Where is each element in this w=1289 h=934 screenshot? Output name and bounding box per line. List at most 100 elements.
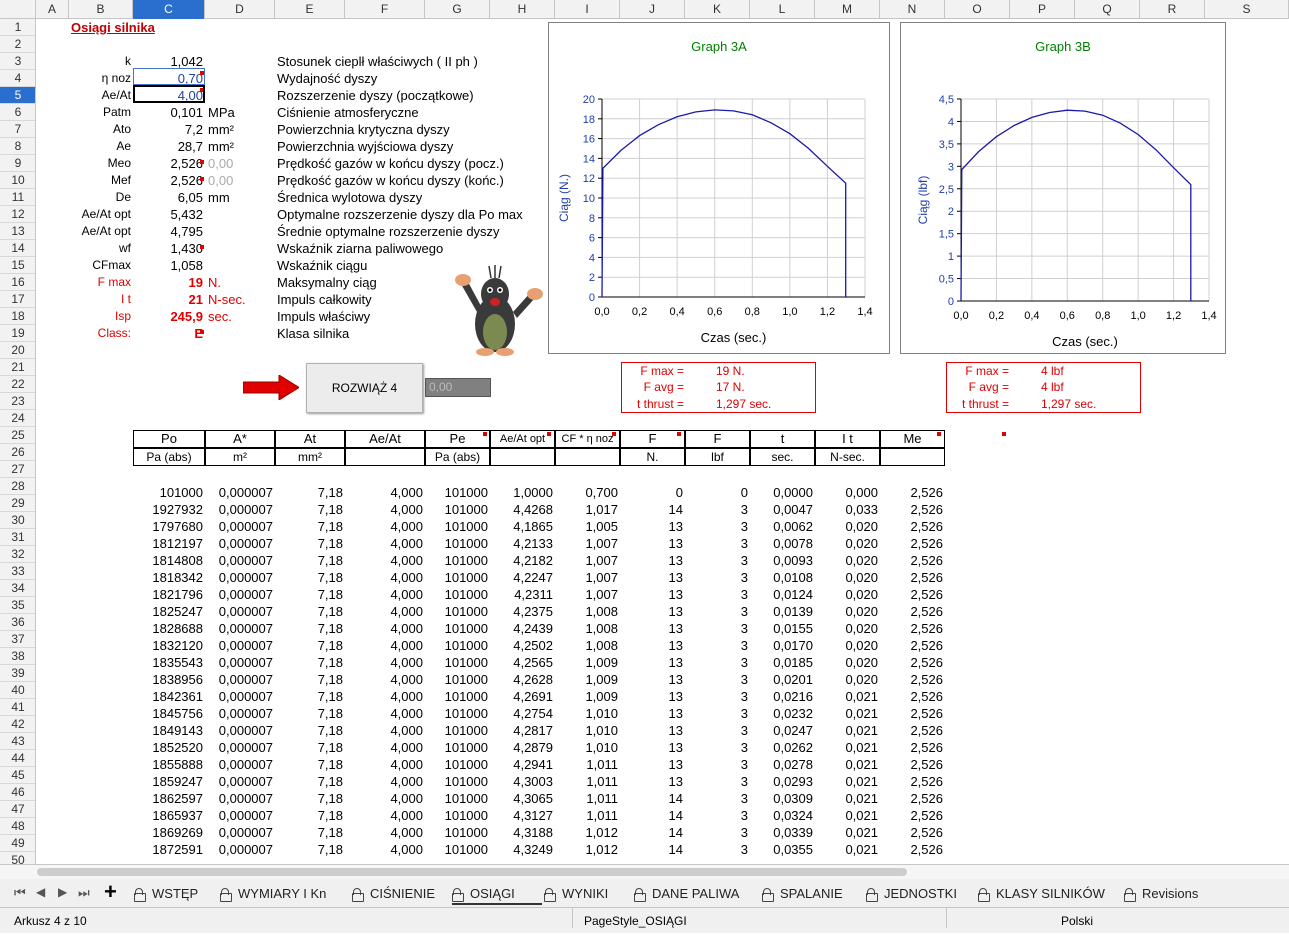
table-cell[interactable]: 0,021 [815,790,878,807]
row-header[interactable]: 25 [0,427,35,444]
table-cell[interactable]: 7,18 [275,620,343,637]
table-cell[interactable]: 1818342 [133,569,203,586]
table-cell[interactable]: 0,000007 [205,756,273,773]
table-cell[interactable]: 0,0216 [750,688,813,705]
table-cell[interactable]: 1,009 [555,671,618,688]
table-cell[interactable]: 1,007 [555,552,618,569]
table-cell[interactable]: 13 [620,603,683,620]
row-header[interactable]: 41 [0,699,35,716]
table-cell[interactable]: 101000 [425,756,488,773]
sheet-tab[interactable]: JEDNOSTKI [866,883,957,905]
row-header[interactable]: 27 [0,461,35,478]
table-cell[interactable]: 13 [620,552,683,569]
table-cell[interactable]: 1835543 [133,654,203,671]
row-header[interactable]: 13 [0,223,35,240]
table-cell[interactable]: 1814808 [133,552,203,569]
table-cell[interactable]: 1,009 [555,654,618,671]
solve-button[interactable]: ROZWIĄŻ 4 [306,363,423,413]
table-cell[interactable]: 101000 [133,484,203,501]
table-cell[interactable]: 1797680 [133,518,203,535]
table-cell[interactable]: 3 [685,637,748,654]
table-cell[interactable]: 1838956 [133,671,203,688]
table-cell[interactable]: 0,000007 [205,824,273,841]
table-cell[interactable]: 0,000007 [205,637,273,654]
table-cell[interactable]: 13 [620,756,683,773]
table-cell[interactable]: 0,000007 [205,552,273,569]
table-cell[interactable]: 2,526 [880,671,943,688]
table-cell[interactable]: 1,007 [555,535,618,552]
table-cell[interactable]: 101000 [425,535,488,552]
table-cell[interactable]: 0,0000 [750,484,813,501]
table-cell[interactable]: 7,18 [275,535,343,552]
table-cell[interactable]: 2,526 [880,841,943,858]
table-cell[interactable]: 3 [685,552,748,569]
table-header[interactable]: F [685,430,750,448]
param-value[interactable]: 6,05 [133,189,203,206]
table-cell[interactable]: 13 [620,688,683,705]
table-cell[interactable]: 4,000 [345,637,423,654]
param-value[interactable]: 21 [133,291,203,308]
row-header[interactable]: 6 [0,104,35,121]
table-cell[interactable]: 2,526 [880,603,943,620]
row-header[interactable]: 20 [0,342,35,359]
column-header[interactable]: R [1140,0,1205,19]
table-cell[interactable]: 0,000007 [205,671,273,688]
row-header[interactable]: 29 [0,495,35,512]
column-header[interactable]: B [69,0,133,19]
table-cell[interactable]: 13 [620,569,683,586]
table-cell[interactable]: 1,011 [555,756,618,773]
table-cell[interactable]: 1,012 [555,841,618,858]
row-header[interactable]: 9 [0,155,35,172]
table-cell[interactable]: 1,010 [555,722,618,739]
table-cell[interactable]: 0,020 [815,637,878,654]
table-cell[interactable]: 4,000 [345,552,423,569]
table-cell[interactable]: 4,000 [345,586,423,603]
table-cell[interactable]: 4,000 [345,773,423,790]
table-cell[interactable]: 0,000007 [205,535,273,552]
table-cell[interactable]: 4,2311 [490,586,553,603]
table-cell[interactable]: 0,021 [815,739,878,756]
table-cell[interactable]: 101000 [425,722,488,739]
table-cell[interactable]: 1869269 [133,824,203,841]
row-header[interactable]: 15 [0,257,35,274]
row-header[interactable]: 17 [0,291,35,308]
table-cell[interactable]: 0,020 [815,535,878,552]
table-cell[interactable]: 4,3188 [490,824,553,841]
table-cell[interactable]: 0,021 [815,807,878,824]
table-cell[interactable]: 0,020 [815,603,878,620]
table-cell[interactable]: 4,000 [345,501,423,518]
table-cell[interactable]: 0,000007 [205,654,273,671]
row-header[interactable]: 47 [0,801,35,818]
table-cell[interactable]: 4,000 [345,569,423,586]
table-cell[interactable]: 4,2375 [490,603,553,620]
sheet-tab[interactable]: KLASY SILNIKÓW [978,883,1105,905]
table-cell[interactable]: 3 [685,773,748,790]
table-cell[interactable]: 0,700 [555,484,618,501]
table-cell[interactable]: 3 [685,739,748,756]
table-cell[interactable]: 3 [685,620,748,637]
table-cell[interactable]: 0,0185 [750,654,813,671]
table-cell[interactable]: 2,526 [880,688,943,705]
column-header[interactable]: G [425,0,490,19]
table-cell[interactable]: 4,4268 [490,501,553,518]
table-cell[interactable]: 101000 [425,501,488,518]
table-cell[interactable]: 0,000007 [205,603,273,620]
param-value[interactable]: 5,432 [133,206,203,223]
graph-3b-chart[interactable]: Graph 3B 0,0 0,2 0,4 0,6 0,8 1,0 1,2 1,4 4,5 4 3,5… [900,22,1226,354]
row-header[interactable]: 33 [0,563,35,580]
row-header[interactable]: 45 [0,767,35,784]
table-cell[interactable]: 101000 [425,824,488,841]
table-cell[interactable]: 1,011 [555,807,618,824]
table-cell[interactable]: 3 [685,722,748,739]
table-cell[interactable]: 3 [685,705,748,722]
table-cell[interactable]: 4,2565 [490,654,553,671]
table-cell[interactable]: 4,000 [345,722,423,739]
sheet-tab[interactable]: CIŚNIENIE [352,883,435,905]
table-cell[interactable]: 0,020 [815,654,878,671]
column-header[interactable] [0,0,36,19]
table-cell[interactable]: 4,2691 [490,688,553,705]
sheet-tab[interactable]: WYNIKI [544,883,608,905]
table-cell[interactable]: 7,18 [275,484,343,501]
table-cell[interactable]: 0,020 [815,586,878,603]
table-cell[interactable]: 101000 [425,552,488,569]
